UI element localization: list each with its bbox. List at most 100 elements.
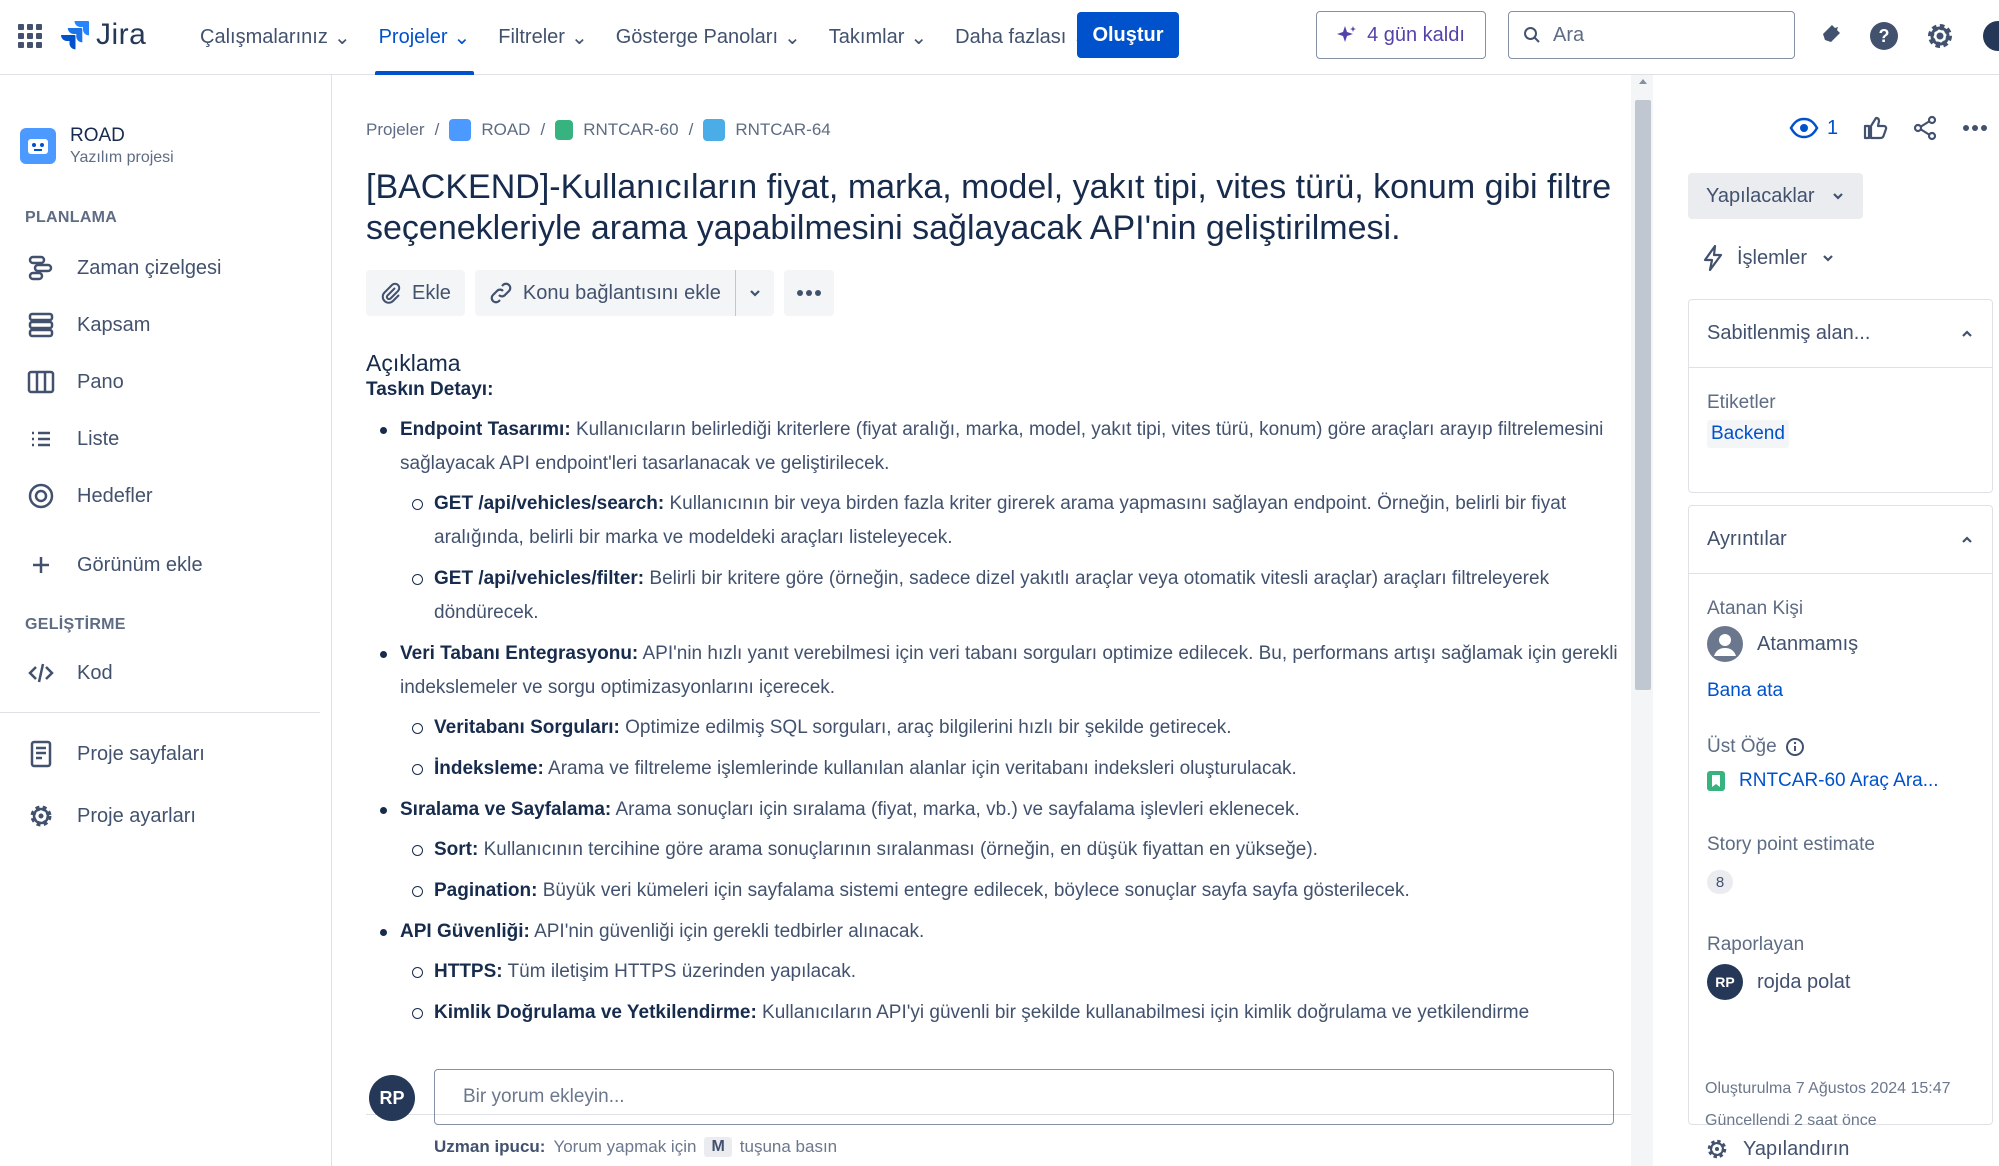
project-sidebar: ROAD Yazılım projesi PLANLAMA Zaman çize… <box>0 75 332 1166</box>
development-heading: GELİŞTİRME <box>25 616 126 633</box>
issue-title[interactable]: [BACKEND]-Kullanıcıların fiyat, marka, m… <box>366 167 1616 249</box>
search-input[interactable]: Ara <box>1508 11 1795 59</box>
scroll-thumb[interactable] <box>1635 100 1651 690</box>
search-placeholder: Ara <box>1553 23 1585 46</box>
list-item: Sıralama ve Sayfalama: Arama sonuçları i… <box>366 793 1646 908</box>
sidebar-item-board[interactable]: Pano <box>25 366 124 398</box>
settings-gear-icon[interactable] <box>1924 20 1956 52</box>
scrollbar[interactable] <box>1631 75 1653 1166</box>
watch-button[interactable]: 1 <box>1789 117 1838 140</box>
lightning-icon <box>1703 245 1723 271</box>
paperclip-icon <box>381 282 401 304</box>
app-switcher-icon[interactable] <box>17 23 43 49</box>
sidebar-divider <box>0 712 320 713</box>
sidebar-item-label: Zaman çizelgesi <box>77 256 222 279</box>
chevron-down-icon <box>1832 193 1843 200</box>
project-name: ROAD <box>70 125 125 146</box>
gear-icon <box>1707 1139 1727 1159</box>
sub-list: HTTPS: Tüm iletişim HTTPS üzerinden yapı… <box>400 955 1646 1030</box>
breadcrumb: Projeler / ROAD / RNTCAR-60 / RNTCAR-64 <box>366 119 831 141</box>
issue-actions: Ekle Konu bağlantısını ekle <box>366 270 834 316</box>
configure-button[interactable]: Yapılandırın <box>1705 1137 1849 1161</box>
sidebar-item-code[interactable]: Kod <box>25 657 113 689</box>
sub-list-item: GET /api/vehicles/filter: Belirli bir kr… <box>400 562 1646 630</box>
sub-list-item: Sort: Kullanıcının tercihine göre arama … <box>400 833 1646 867</box>
menu-label: Takımlar <box>828 26 905 48</box>
vote-icon[interactable] <box>1862 115 1888 141</box>
sub-list: Veritabanı Sorguları: Optimize edilmiş S… <box>400 711 1646 786</box>
breadcrumb-projects[interactable]: Projeler <box>366 120 425 140</box>
more-icon[interactable] <box>1962 124 1988 132</box>
sidebar-item-label: Kod <box>77 661 113 684</box>
jira-logo[interactable]: Jira <box>60 18 146 52</box>
parent-label: Üst Öğe <box>1707 736 1777 757</box>
menu-dashboards[interactable]: Gösterge Panoları ⌄ <box>602 0 815 75</box>
item-key: GET /api/vehicles/filter: <box>434 568 645 589</box>
status-dropdown[interactable]: Yapılacaklar <box>1688 173 1863 219</box>
sub-list-item: Kimlik Doğrulama ve Yetkilendirme: Kulla… <box>400 996 1646 1030</box>
breadcrumb-parent[interactable]: RNTCAR-60 <box>555 120 679 140</box>
breadcrumb-label: RNTCAR-64 <box>735 120 831 139</box>
item-text: Arama ve filtreleme işlemlerinde kullanı… <box>543 758 1297 779</box>
sidebar-item-goals[interactable]: Hedefler <box>25 480 153 512</box>
more-actions-button[interactable] <box>783 270 834 316</box>
sidebar-item-timeline[interactable]: Zaman çizelgesi <box>25 252 222 284</box>
breadcrumb-separator: / <box>434 120 440 139</box>
planning-heading: PLANLAMA <box>25 209 118 226</box>
info-icon[interactable] <box>1785 737 1805 757</box>
task-heading: Taskın Detayı: <box>366 379 494 400</box>
attach-button[interactable]: Ekle <box>366 270 465 316</box>
trial-days-button[interactable]: 4 gün kaldı <box>1316 11 1486 59</box>
menu-label: Gösterge Panoları <box>615 26 779 48</box>
pinned-fields-header[interactable]: Sabitlenmiş alan... <box>1689 300 1992 368</box>
sub-list-item: İndeksleme: Arama ve filtreleme işlemler… <box>400 752 1646 786</box>
sub-list-item: HTTPS: Tüm iletişim HTTPS üzerinden yapı… <box>400 955 1646 989</box>
project-avatar <box>20 128 56 164</box>
configure-label: Yapılandırın <box>1743 1137 1850 1160</box>
assignee-field[interactable]: Atanmamış <box>1707 626 1974 662</box>
timeline-icon <box>25 252 57 284</box>
item-text: Optimize edilmiş SQL sorguları, araç bil… <box>619 717 1232 738</box>
story-points-value: 8 <box>1707 870 1733 894</box>
comment-input[interactable]: Bir yorum ekleyin... <box>434 1069 1614 1125</box>
link-issue-button[interactable]: Konu bağlantısını ekle <box>474 270 735 316</box>
menu-filters[interactable]: Filtreler ⌄ <box>484 0 601 75</box>
reporter-field[interactable]: RP rojda polat <box>1707 964 1974 1000</box>
help-icon[interactable]: ? <box>1868 20 1900 52</box>
label-tag[interactable]: Backend <box>1707 420 1789 448</box>
sidebar-item-backlog[interactable]: Kapsam <box>25 309 150 341</box>
trial-label: 4 gün kaldı <box>1367 23 1465 46</box>
details-header[interactable]: Ayrıntılar <box>1689 506 1992 574</box>
notifications-icon[interactable] <box>1813 20 1845 52</box>
add-view-button[interactable]: Görünüm ekle <box>25 549 203 581</box>
create-button[interactable]: Oluştur <box>1077 12 1179 58</box>
parent-link[interactable]: RNTCAR-60 Araç Ara... <box>1739 770 1939 792</box>
sidebar-item-list[interactable]: Liste <box>25 423 119 455</box>
menu-label: Filtreler <box>498 26 565 48</box>
item-text: Kullanıcıların API'yi güvenli bir şekild… <box>756 1002 1530 1023</box>
sparkle-icon <box>1337 26 1357 42</box>
breadcrumb-project[interactable]: ROAD <box>449 119 530 141</box>
breadcrumb-separator: / <box>688 120 694 139</box>
assign-to-me-link[interactable]: Bana ata <box>1707 680 1974 702</box>
menu-teams[interactable]: Takımlar ⌄ <box>815 0 941 75</box>
issue-header-actions: 1 <box>1789 115 1988 141</box>
actions-dropdown[interactable]: İşlemler <box>1703 245 1835 271</box>
sidebar-item-project-pages[interactable]: Proje sayfaları <box>25 738 205 770</box>
link-issue-dropdown[interactable] <box>735 270 774 316</box>
breadcrumb-issue[interactable]: RNTCAR-64 <box>703 119 831 141</box>
menu-your-work[interactable]: Çalışmalarınız ⌄ <box>186 0 365 75</box>
share-icon[interactable] <box>1912 115 1938 141</box>
menu-projects[interactable]: Projeler ⌄ <box>365 0 485 75</box>
scroll-up-icon[interactable] <box>1631 75 1653 89</box>
item-key: Sıralama ve Sayfalama: <box>400 799 612 820</box>
user-avatar[interactable] <box>1982 20 1999 52</box>
project-header[interactable]: ROAD Yazılım projesi <box>20 125 174 167</box>
description-area[interactable]: Açıklama Taskın Detayı: Endpoint Tasarım… <box>366 350 1646 1115</box>
story-points-field[interactable]: 8 <box>1707 870 1974 894</box>
sidebar-item-project-settings[interactable]: Proje ayarları <box>25 800 196 832</box>
chevron-down-icon <box>750 290 760 297</box>
parent-field[interactable]: RNTCAR-60 Araç Ara... <box>1707 770 1974 792</box>
card-heading: Ayrıntılar <box>1707 528 1787 550</box>
gear-icon <box>25 800 57 832</box>
